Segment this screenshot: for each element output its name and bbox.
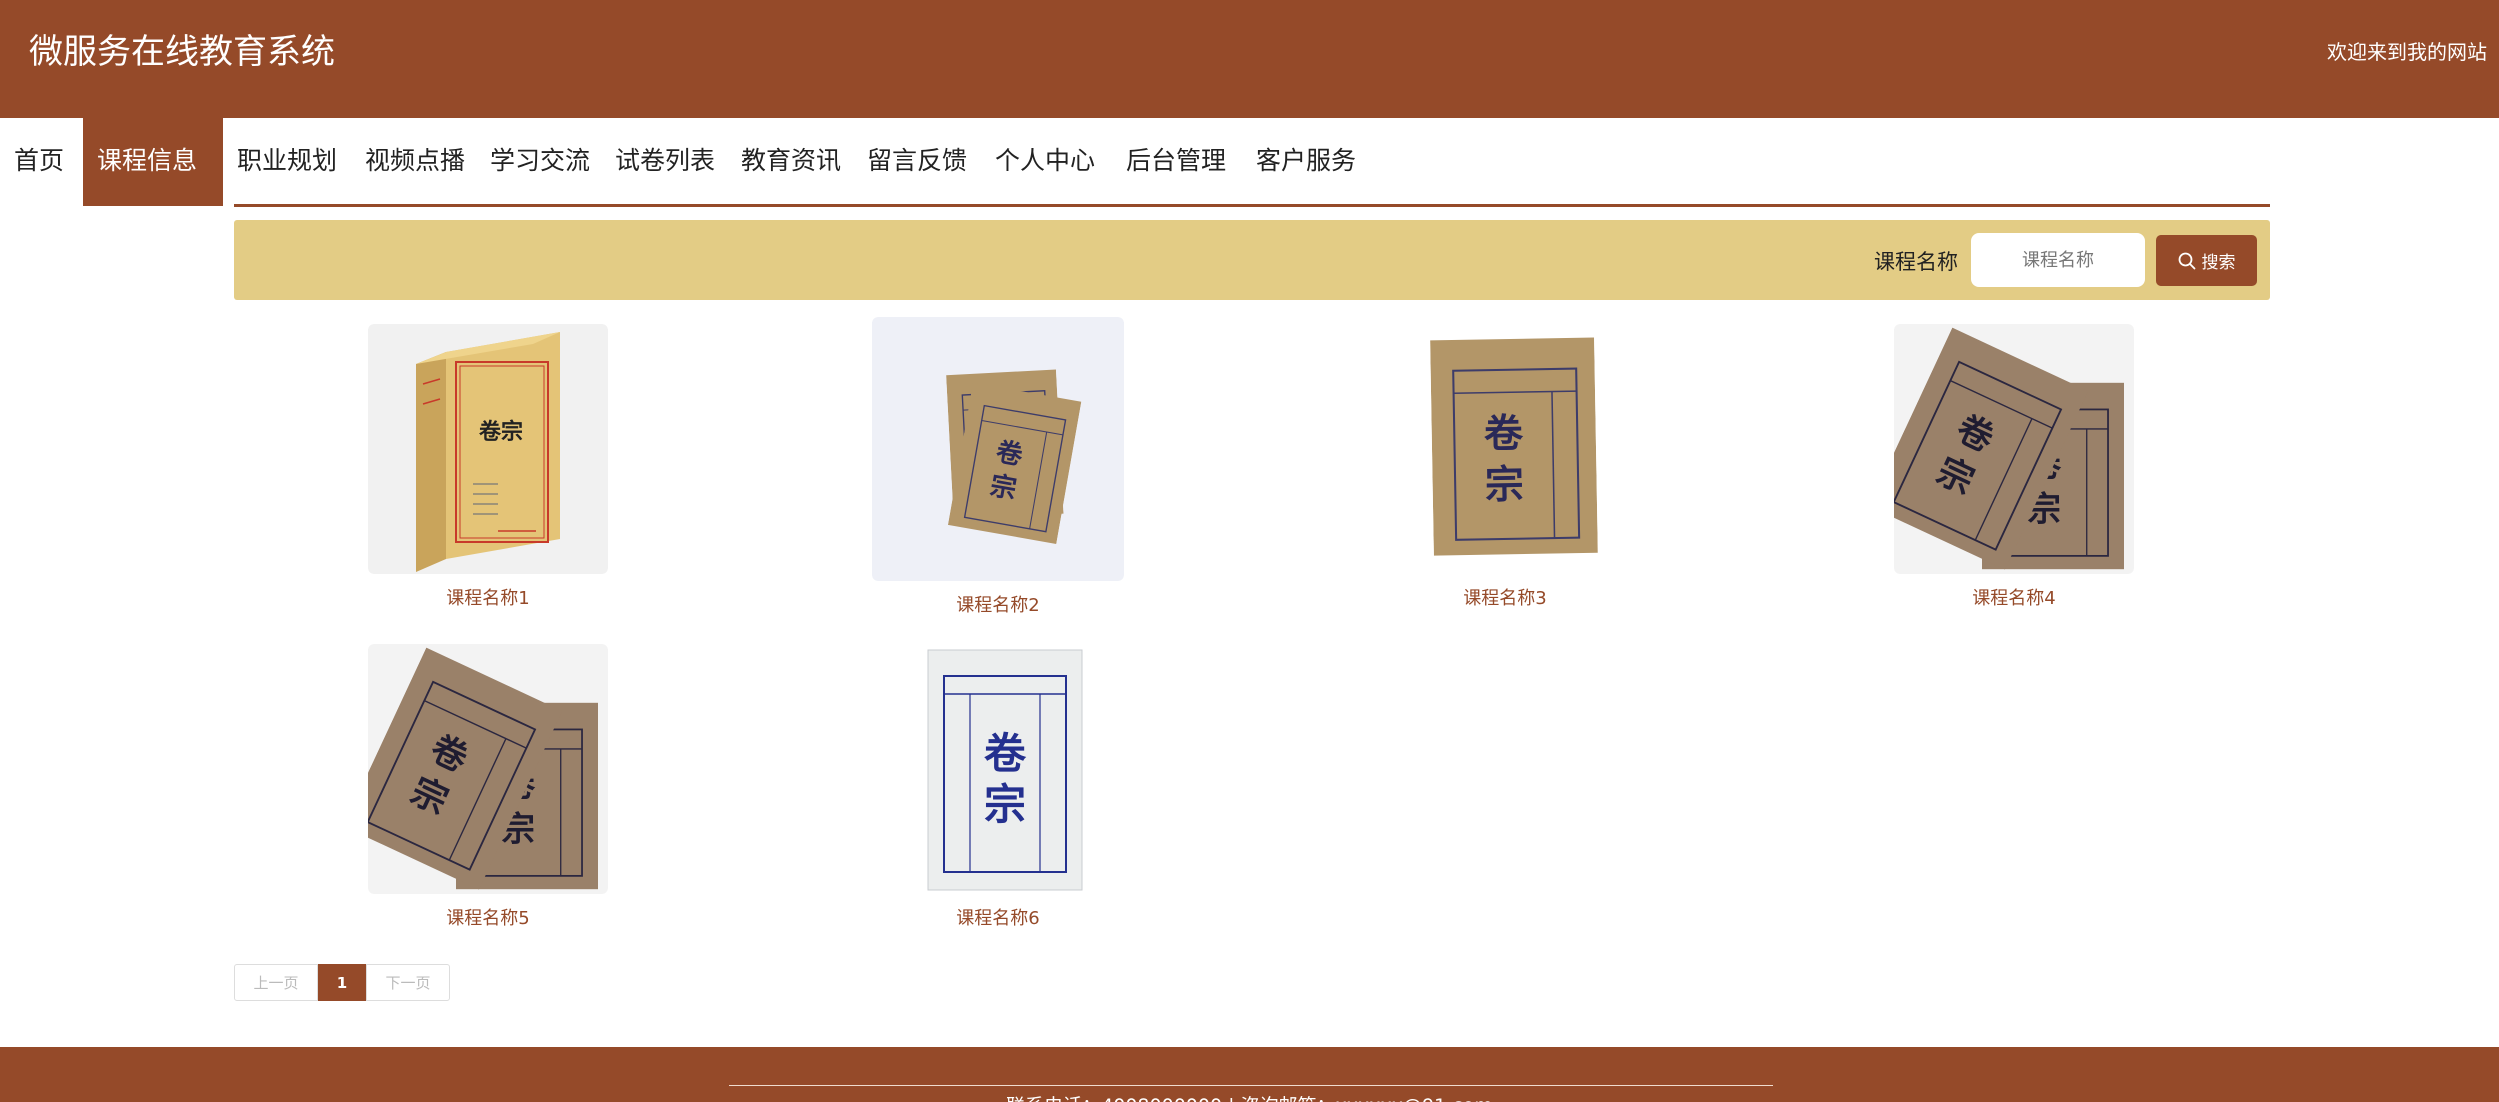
welcome-text: 欢迎来到我的网站: [2327, 40, 2487, 64]
nav-item-customer-service[interactable]: 客户服务: [1242, 118, 1372, 206]
pagination: 上一页 1 下一页: [234, 964, 450, 1001]
course-card[interactable]: 课程名称4: [1888, 324, 2140, 610]
nav-item-course-info[interactable]: 课程信息: [83, 118, 223, 206]
site-footer: 联系电话：4008000000 | 咨询邮箱：xxxxxx@91.com: [0, 1047, 2499, 1102]
nav-item-feedback[interactable]: 留言反馈: [853, 118, 981, 206]
nav-item-personal-center[interactable]: 个人中心: [981, 118, 1112, 206]
search-label: 课程名称: [1874, 250, 1958, 274]
site-header: 微服务在线教育系统 欢迎来到我的网站: [0, 0, 2499, 118]
search-icon: [2178, 252, 2196, 270]
course-card[interactable]: 课程名称5: [362, 644, 614, 930]
course-card[interactable]: 卷宗 课程名称1: [362, 324, 614, 610]
svg-text:卷宗: 卷宗: [478, 419, 523, 445]
course-title[interactable]: 课程名称5: [362, 904, 614, 930]
next-page-button[interactable]: 下一页: [366, 964, 450, 1001]
nav-divider: [234, 204, 2270, 207]
page-number-current[interactable]: 1: [318, 964, 366, 1001]
footer-contact: 联系电话：4008000000 | 咨询邮箱：xxxxxx@91.com: [0, 1091, 2499, 1102]
course-title[interactable]: 课程名称1: [362, 584, 614, 610]
course-card[interactable]: 课程名称2: [872, 317, 1124, 617]
course-thumbnail-archive-box[interactable]: 卷宗: [368, 324, 608, 574]
svg-text:卷: 卷: [984, 729, 1027, 778]
nav-item-video-on-demand[interactable]: 视频点播: [351, 118, 476, 206]
footer-divider: [729, 1085, 1773, 1086]
course-thumbnail-two-folders[interactable]: [872, 317, 1124, 581]
course-title[interactable]: 课程名称4: [1888, 584, 2140, 610]
course-thumbnail-two-folders[interactable]: [368, 644, 608, 894]
nav-item-study-exchange[interactable]: 学习交流: [476, 118, 601, 206]
nav-item-home[interactable]: 首页: [0, 118, 83, 206]
course-name-search-input[interactable]: [1971, 233, 2145, 287]
course-thumbnail-folder[interactable]: [1385, 324, 1625, 574]
svg-text:宗: 宗: [984, 780, 1026, 829]
prev-page-button[interactable]: 上一页: [234, 964, 318, 1001]
course-thumbnail-two-folders[interactable]: [1894, 324, 2134, 574]
search-bar: 课程名称 搜索: [234, 220, 2270, 300]
course-card[interactable]: 卷 宗 课程名称6: [872, 644, 1124, 930]
course-thumbnail-white-folder[interactable]: 卷 宗: [878, 644, 1118, 894]
course-title[interactable]: 课程名称2: [872, 591, 1124, 617]
nav-item-career-planning[interactable]: 职业规划: [223, 118, 351, 206]
search-button-label: 搜索: [2201, 253, 2236, 273]
course-title[interactable]: 课程名称3: [1379, 584, 1631, 610]
nav-item-admin[interactable]: 后台管理: [1112, 118, 1242, 206]
site-title: 微服务在线教育系统: [29, 32, 335, 72]
nav-item-education-news[interactable]: 教育资讯: [727, 118, 853, 206]
nav-item-exam-list[interactable]: 试卷列表: [601, 118, 727, 206]
course-title[interactable]: 课程名称6: [872, 904, 1124, 930]
search-button[interactable]: 搜索: [2156, 235, 2257, 286]
course-card[interactable]: 课程名称3: [1379, 324, 1631, 610]
main-nav: 首页 课程信息 职业规划 视频点播 学习交流 试卷列表 教育资讯 留言反馈 个人…: [0, 118, 1372, 206]
